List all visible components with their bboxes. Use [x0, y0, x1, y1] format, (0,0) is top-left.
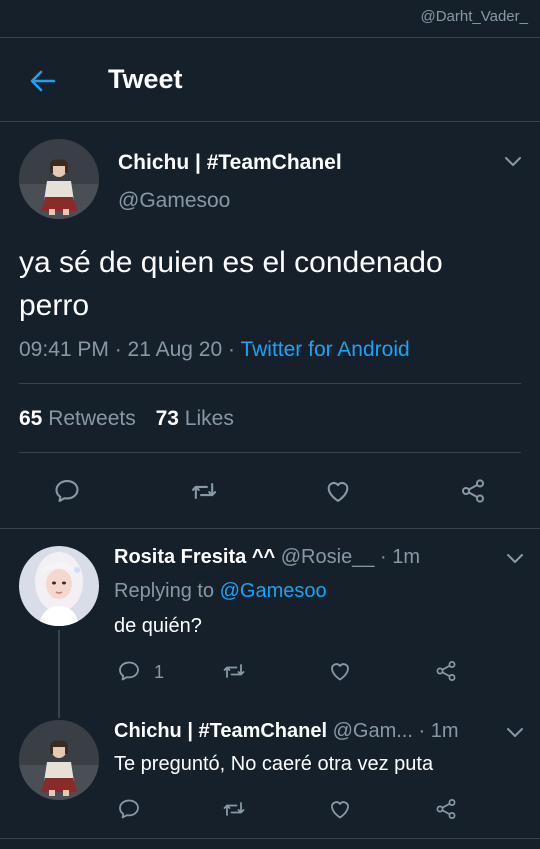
- reply-count: 1: [154, 662, 165, 682]
- retweets-stat[interactable]: 65 Retweets: [19, 407, 136, 430]
- divider: [19, 452, 521, 453]
- replying-prefix: Replying to: [114, 580, 220, 602]
- avatar[interactable]: [19, 720, 99, 800]
- replying-to: Replying to @Gamesoo: [114, 580, 327, 603]
- retweet-button[interactable]: [221, 797, 247, 821]
- likes-label: Likes: [184, 407, 234, 430]
- reply-button[interactable]: [53, 477, 81, 505]
- reply-header: Rosita Fresita ^^ @Rosie__ · 1m: [114, 546, 420, 569]
- tweet-source-link[interactable]: Twitter for Android: [240, 338, 409, 361]
- like-button[interactable]: [324, 477, 352, 505]
- avatar[interactable]: [19, 139, 99, 219]
- likes-stat[interactable]: 73 Likes: [156, 407, 234, 430]
- retweet-button[interactable]: [189, 477, 219, 505]
- comment-icon: [117, 797, 141, 821]
- reply-text: de quién?: [114, 615, 202, 637]
- share-button[interactable]: [434, 659, 458, 683]
- reply-author-name[interactable]: Chichu | #TeamChanel: [114, 720, 327, 742]
- heart-icon: [328, 659, 352, 683]
- share-button[interactable]: [459, 477, 487, 505]
- thread-line: [58, 630, 60, 718]
- reply-button[interactable]: [117, 797, 141, 821]
- retweet-icon: [189, 477, 219, 505]
- retweet-button[interactable]: [221, 659, 247, 683]
- section-divider: [0, 528, 540, 529]
- tweet-meta: 09:41 PM · 21 Aug 20 · Twitter for Andro…: [19, 338, 410, 362]
- section-divider: [0, 838, 540, 839]
- author-handle[interactable]: @Gamesoo: [118, 189, 230, 213]
- page-title: Tweet: [108, 64, 183, 94]
- watermark: @Darht_Vader_: [420, 8, 528, 25]
- header-bar: Tweet: [0, 38, 540, 122]
- reply-text: Te preguntó, No caeré otra vez puta: [114, 753, 434, 775]
- share-icon: [434, 797, 458, 821]
- author-name[interactable]: Chichu | #TeamChanel: [118, 151, 342, 175]
- share-icon: [459, 477, 487, 505]
- back-button[interactable]: [28, 66, 58, 96]
- arrow-left-icon: [30, 70, 56, 92]
- reply-author-handle[interactable]: @Rosie__ · 1m: [281, 546, 420, 568]
- tweet-stats: 65 Retweets 73 Likes: [19, 407, 234, 431]
- reply-header: Chichu | #TeamChanel @Gam... · 1m: [114, 720, 458, 743]
- more-options-button[interactable]: [506, 552, 524, 564]
- like-button[interactable]: [328, 797, 352, 821]
- retweet-icon: [221, 797, 247, 821]
- chevron-down-icon: [506, 553, 524, 565]
- reply-author-name[interactable]: Rosita Fresita ^^: [114, 546, 275, 568]
- retweets-label: Retweets: [48, 407, 136, 430]
- more-options-button[interactable]: [504, 155, 522, 167]
- likes-count: 73: [155, 407, 179, 430]
- more-options-button[interactable]: [506, 726, 524, 738]
- comment-icon: [117, 659, 141, 683]
- retweet-icon: [221, 659, 247, 683]
- like-button[interactable]: [328, 659, 352, 683]
- tweet-timestamp: 09:41 PM · 21 Aug 20 ·: [19, 338, 241, 361]
- chevron-down-icon: [504, 156, 522, 168]
- heart-icon: [328, 797, 352, 821]
- share-icon: [434, 659, 458, 683]
- comment-icon: [53, 477, 81, 505]
- chevron-down-icon: [506, 727, 524, 739]
- reply-button[interactable]: [117, 659, 141, 683]
- tweet-text: ya sé de quien es el condenado perro: [19, 246, 443, 322]
- mention-link[interactable]: @Gamesoo: [220, 580, 327, 602]
- retweets-count: 65: [19, 407, 43, 430]
- reply-author-handle[interactable]: @Gam... · 1m: [333, 720, 459, 742]
- avatar[interactable]: [19, 546, 99, 626]
- heart-icon: [324, 477, 352, 505]
- divider: [19, 383, 521, 384]
- share-button[interactable]: [434, 797, 458, 821]
- tweet-actions: [0, 473, 540, 509]
